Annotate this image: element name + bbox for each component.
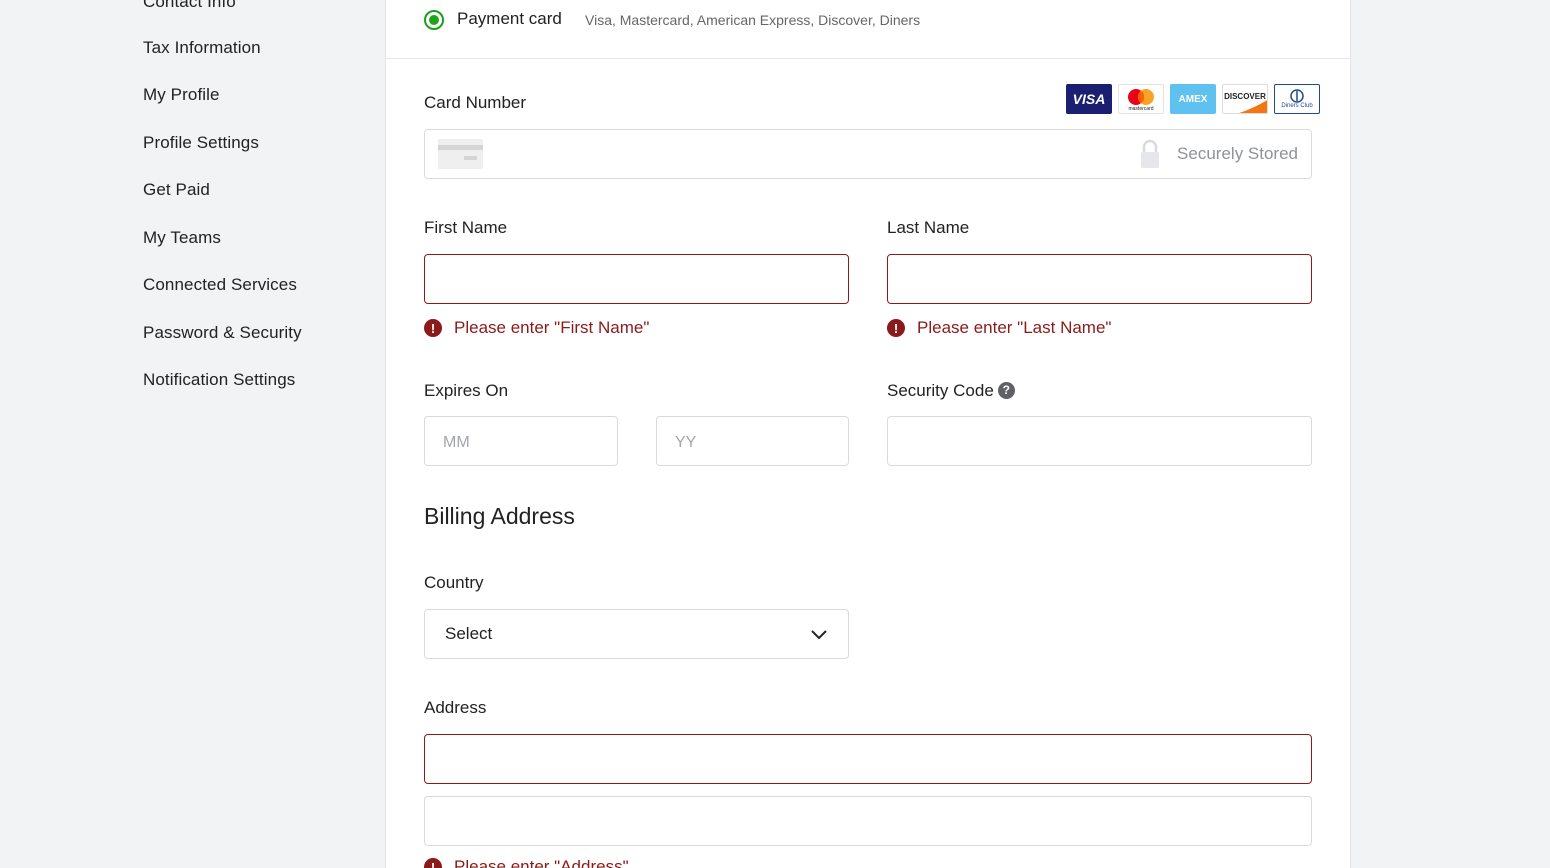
discover-logo: DISCOVER <box>1222 84 1268 114</box>
sidebar-item-my-profile[interactable]: My Profile <box>143 85 220 105</box>
address-error: ! Please enter "Address" <box>424 857 629 868</box>
mastercard-logo: mastercard <box>1118 84 1164 114</box>
expires-on-label: Expires On <box>424 381 509 400</box>
sidebar-item-connected-services[interactable]: Connected Services <box>143 275 297 295</box>
sidebar-item-my-teams[interactable]: My Teams <box>143 228 221 248</box>
credit-card-icon <box>438 139 483 169</box>
sidebar-item-contact-info[interactable]: Contact Info <box>143 0 236 12</box>
security-code-field[interactable] <box>887 416 1312 466</box>
security-code-label: Security Code? <box>887 381 1015 401</box>
address-line1-field[interactable] <box>424 734 1312 784</box>
sidebar-item-password-security[interactable]: Password & Security <box>143 323 302 343</box>
expiry-year-field[interactable] <box>656 416 849 466</box>
address-error-text: Please enter "Address" <box>454 857 629 868</box>
error-icon: ! <box>424 858 442 868</box>
card-number-field[interactable]: Securely Stored <box>424 129 1312 179</box>
sidebar-item-profile-settings[interactable]: Profile Settings <box>143 133 259 153</box>
diners-club-wordmark: Diners Club <box>1281 103 1313 109</box>
last-name-input[interactable] <box>888 255 1311 303</box>
first-name-input[interactable] <box>425 255 848 303</box>
country-select-value: Select <box>445 624 493 643</box>
country-label: Country <box>424 573 484 592</box>
securely-stored-indicator: Securely Stored <box>1139 130 1298 178</box>
security-code-label-text: Security Code <box>887 381 994 400</box>
visa-logo: VISA <box>1066 84 1112 114</box>
settings-sidebar: Contact Info Tax Information My Profile … <box>0 0 385 868</box>
payment-form-panel: Payment card Visa, Mastercard, American … <box>385 0 1351 868</box>
payment-method-label: Payment card <box>457 9 562 28</box>
card-logos: VISA mastercard AMEX DISCOVER Diners Clu… <box>1066 84 1320 115</box>
security-code-input[interactable] <box>888 417 1311 465</box>
error-icon: ! <box>887 319 905 337</box>
payment-card-radio[interactable] <box>424 10 444 30</box>
address-line2-input[interactable] <box>425 797 1311 845</box>
diners-club-logo: Diners Club <box>1274 84 1320 114</box>
chevron-down-icon <box>811 630 827 640</box>
securely-stored-text: Securely Stored <box>1177 144 1298 163</box>
last-name-error-text: Please enter "Last Name" <box>917 318 1112 337</box>
expiry-month-input[interactable] <box>425 417 617 465</box>
first-name-field[interactable] <box>424 254 849 304</box>
last-name-field[interactable] <box>887 254 1312 304</box>
error-icon: ! <box>424 319 442 337</box>
expiry-year-input[interactable] <box>657 417 848 465</box>
lock-icon <box>1141 139 1160 168</box>
payment-method-option[interactable]: Payment card Visa, Mastercard, American … <box>386 0 1350 59</box>
sidebar-item-tax-information[interactable]: Tax Information <box>143 38 261 58</box>
help-icon[interactable]: ? <box>997 381 1015 399</box>
mastercard-wordmark: mastercard <box>1128 106 1154 112</box>
amex-logo: AMEX <box>1170 84 1216 114</box>
address-line1-input[interactable] <box>425 735 1311 783</box>
sidebar-item-notification-settings[interactable]: Notification Settings <box>143 370 295 390</box>
address-line2-field[interactable] <box>424 796 1312 846</box>
first-name-error-text: Please enter "First Name" <box>454 318 650 337</box>
sidebar-item-get-paid[interactable]: Get Paid <box>143 180 210 200</box>
address-label: Address <box>424 698 487 717</box>
card-number-label: Card Number <box>424 93 527 112</box>
last-name-error: ! Please enter "Last Name" <box>887 318 1111 338</box>
last-name-label: Last Name <box>887 218 970 237</box>
country-select[interactable]: Select <box>424 609 849 659</box>
first-name-label: First Name <box>424 218 508 237</box>
billing-address-title: Billing Address <box>424 503 575 529</box>
expiry-month-field[interactable] <box>424 416 618 466</box>
first-name-error: ! Please enter "First Name" <box>424 318 649 338</box>
payment-method-description: Visa, Mastercard, American Express, Disc… <box>585 12 921 28</box>
